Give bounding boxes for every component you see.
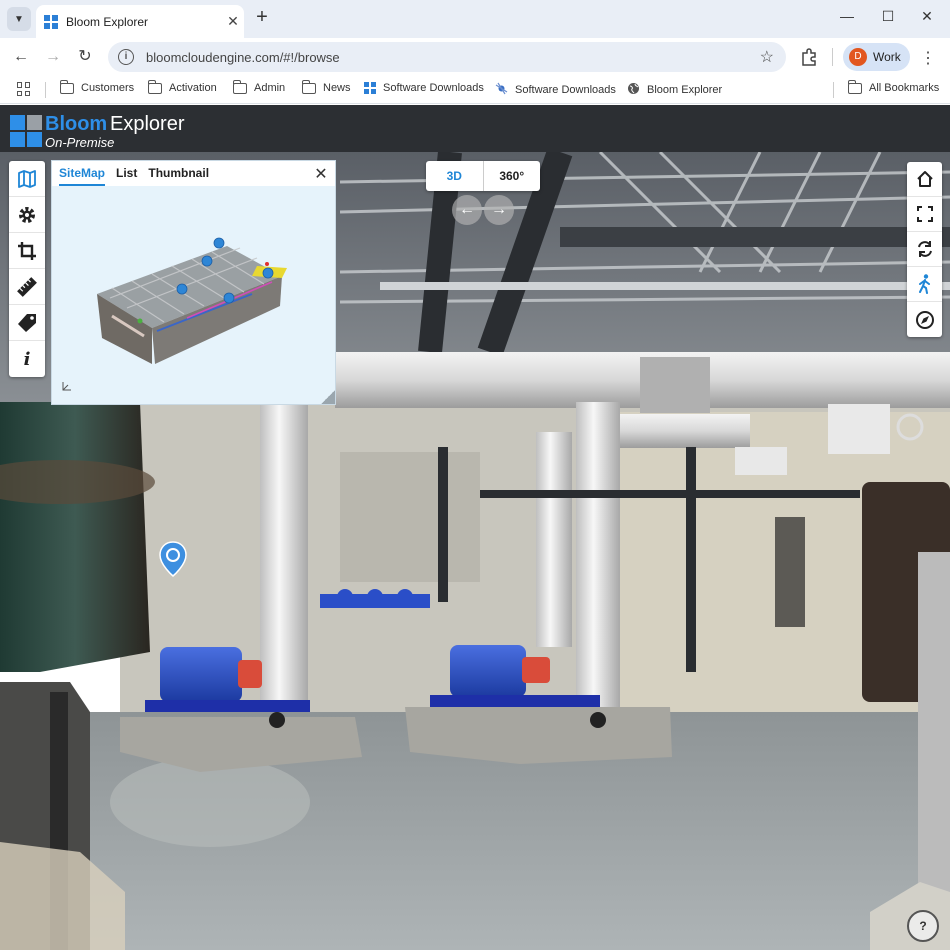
all-bookmarks-label: All Bookmarks [869,82,940,94]
home-icon[interactable] [907,162,942,197]
site-info-icon[interactable]: i [118,49,134,65]
bookmark-bloom-explorer[interactable]: Bloom Explorer [627,82,722,98]
browser-tabstrip: ▼ Bloom Explorer ✕ + — ☐ ✕ [0,0,950,38]
view-360-button[interactable]: 360° [484,161,541,191]
next-arrow-icon[interactable]: → [484,195,514,225]
satellite-icon [495,82,508,98]
bookmark-software-downloads-alt[interactable]: Software Downloads [495,82,616,98]
ruler-icon[interactable] [9,269,45,305]
compass-icon[interactable] [907,302,942,337]
bookmarks-divider [833,82,834,98]
help-button[interactable]: ? [907,910,939,942]
right-toolbar [907,162,942,337]
gear-icon[interactable] [9,197,45,233]
bookmark-label: Admin [254,82,286,94]
forward-icon[interactable]: → [42,46,64,68]
fullscreen-icon[interactable] [907,197,942,232]
location-marker-icon[interactable] [159,541,187,577]
tab-title: Bloom Explorer [66,14,149,29]
app-header: Bloom Explorer On-Premise [0,105,950,152]
close-icon[interactable]: ✕ [313,164,329,184]
reload-icon[interactable]: ↻ [74,46,96,68]
browser-toolbar: ← → ↻ i bloomcloudengine.com/#!/browse ☆… [0,38,950,76]
all-bookmarks[interactable]: All Bookmarks [847,79,940,94]
minimize-icon[interactable]: — [838,8,856,24]
url-text[interactable]: bloomcloudengine.com/#!/browse [146,50,760,65]
sitemap-panel: SiteMap List Thumbnail ✕ [51,160,336,405]
tab-close-icon[interactable]: ✕ [222,13,244,30]
folder-icon [147,79,162,94]
folder-icon [301,79,316,94]
crop-icon[interactable] [9,233,45,269]
bookmark-label: Bloom Explorer [647,84,723,96]
brand-name: Bloom [45,113,108,135]
view-3d-button[interactable]: 3D [426,161,484,191]
avatar: D [849,48,867,66]
tab-sitemap[interactable]: SiteMap [59,161,106,186]
rotate-icon[interactable] [907,232,942,267]
axis-indicator-icon [60,381,72,396]
bookmarks-divider [45,82,46,98]
bloom-logo-icon [10,115,42,147]
bookmark-label: Customers [81,82,135,94]
globe-icon [627,82,640,98]
left-toolbar: i [9,161,45,377]
bookmark-news[interactable]: News [301,79,351,94]
profile-label: Work [873,50,901,64]
back-icon[interactable]: ← [10,46,32,68]
bookmark-label: Software Downloads [515,84,616,96]
new-tab-icon[interactable]: + [252,6,272,29]
bloom-favicon-icon [44,14,58,29]
bookmark-label: News [323,82,351,94]
tag-icon[interactable] [9,305,45,341]
sitemap-3d-model[interactable] [52,186,337,404]
address-bar[interactable]: i bloomcloudengine.com/#!/browse ☆ [108,42,786,72]
toolbar-divider [832,48,833,66]
maximize-icon[interactable]: ☐ [879,8,897,25]
tab-search-chevron-icon[interactable]: ▼ [7,7,31,31]
folder-icon [59,79,74,94]
resize-handle[interactable] [321,390,335,404]
previous-arrow-icon[interactable]: ← [452,195,482,225]
bookmark-star-icon[interactable]: ☆ [760,47,774,67]
info-icon[interactable]: i [9,341,45,377]
tab-list[interactable]: List [116,161,137,186]
browser-menu-icon[interactable]: ⋮ [920,48,936,68]
bookmark-customers[interactable]: Customers [59,79,135,94]
bookmark-software-downloads-windows[interactable]: Software Downloads [364,82,484,94]
window-close-icon[interactable]: ✕ [918,8,936,25]
brand-product: Explorer [110,113,185,135]
tab-thumbnail[interactable]: Thumbnail [148,161,209,186]
profile-button[interactable]: D Work [843,43,910,71]
view-mode-toggle: 3D 360° [426,161,540,191]
apps-grid-icon[interactable] [17,82,31,96]
walk-icon[interactable] [907,267,942,302]
folder-icon [847,79,862,94]
windows-logo-icon [364,82,376,94]
extensions-puzzle-icon[interactable] [800,48,818,66]
sitemap-tabs: SiteMap List Thumbnail ✕ [52,161,335,186]
bookmark-admin[interactable]: Admin [232,79,286,94]
bookmark-activation[interactable]: Activation [147,79,217,94]
bookmark-label: Activation [169,82,217,94]
brand-edition: On-Premise [45,135,115,150]
browser-tab[interactable]: Bloom Explorer ✕ [36,5,244,38]
bookmark-label: Software Downloads [383,82,484,94]
folder-icon [232,79,247,94]
map-icon[interactable] [9,161,45,197]
